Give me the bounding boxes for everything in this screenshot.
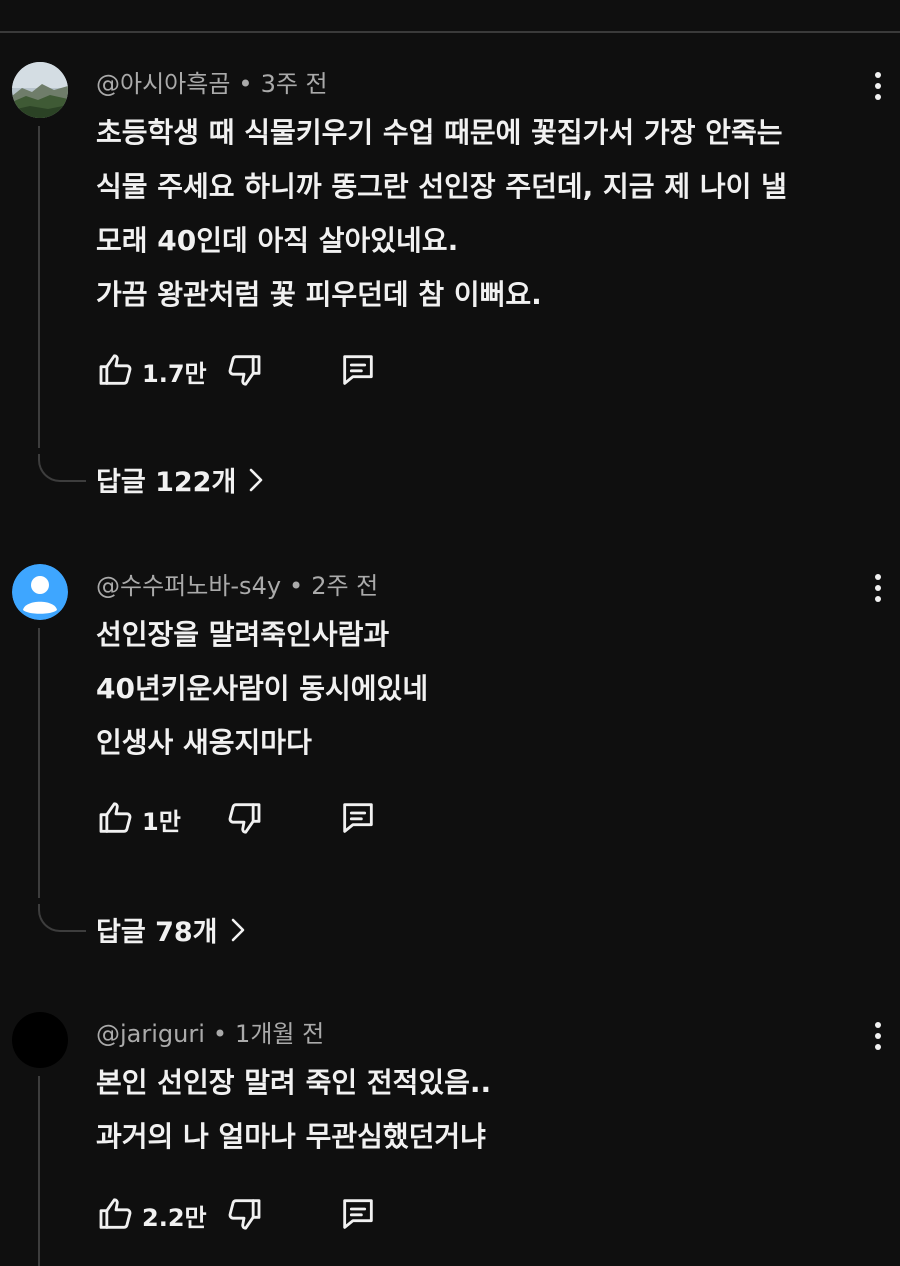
reply-icon[interactable]	[338, 1194, 378, 1234]
replies-button[interactable]: 답글 78개	[96, 910, 246, 949]
thumb-down-icon[interactable]	[224, 798, 264, 838]
comment-text-line: 모래 40인데 아직 살아있네요.	[96, 224, 459, 257]
thread-line	[38, 126, 40, 448]
meta-separator: •	[289, 572, 304, 600]
comment-time[interactable]: 1개월 전	[235, 1020, 324, 1048]
thumb-up-icon[interactable]	[96, 350, 136, 390]
comment-actions: 2.2만	[96, 1194, 496, 1234]
comment-text: 초등학생 때 식물키우기 수업 때문에 꽃집가서 가장 안죽는 식물 주세요 하…	[96, 106, 787, 322]
reply-icon[interactable]	[338, 350, 378, 390]
comment-text-line: 선인장을 말려죽인사람과	[96, 618, 390, 651]
thumb-up-icon[interactable]	[96, 1194, 136, 1234]
comment-time[interactable]: 3주 전	[261, 70, 328, 98]
thumb-down-icon[interactable]	[224, 350, 264, 390]
replies-label: 답글 122개	[96, 467, 237, 498]
like-count: 1.7만	[142, 360, 207, 388]
comment-text-line: 과거의 나 얼마나 무관심했던거냐	[96, 1120, 486, 1153]
like-count: 1만	[142, 808, 181, 836]
more-vert-icon[interactable]	[868, 574, 888, 610]
comment-time[interactable]: 2주 전	[311, 572, 378, 600]
comment-text: 선인장을 말려죽인사람과 40년키운사람이 동시에있네 인생사 새옹지마다	[96, 608, 428, 770]
comment-actions: 1만	[96, 798, 496, 838]
comment-meta: @수수퍼노바-s4y • 2주 전	[96, 566, 378, 601]
thread-connector	[38, 454, 86, 482]
replies-label: 답글 78개	[96, 917, 218, 948]
like-count: 2.2만	[142, 1204, 207, 1232]
chevron-right-icon	[218, 917, 246, 943]
comment-text-line: 초등학생 때 식물키우기 수업 때문에 꽃집가서 가장 안죽는	[96, 116, 783, 149]
comment-text-line: 가끔 왕관처럼 꽃 피우던데 참 이뻐요.	[96, 278, 542, 311]
comment-author[interactable]: @아시아흑곰	[96, 70, 230, 98]
replies-button[interactable]: 답글 122개	[96, 460, 264, 499]
thread-connector	[38, 904, 86, 932]
chevron-right-icon	[236, 467, 264, 493]
comment-meta: @jariguri • 1개월 전	[96, 1014, 324, 1049]
top-divider	[0, 31, 900, 33]
landscape-avatar-icon[interactable]	[12, 62, 68, 118]
comment-author[interactable]: @수수퍼노바-s4y	[96, 572, 281, 600]
comment-text-line: 인생사 새옹지마다	[96, 726, 312, 759]
reply-icon[interactable]	[338, 798, 378, 838]
comment-text: 본인 선인장 말려 죽인 전적있음.. 과거의 나 얼마나 무관심했던거냐	[96, 1056, 491, 1164]
comment-text-line: 본인 선인장 말려 죽인 전적있음..	[96, 1066, 492, 1099]
thread-line	[38, 628, 40, 898]
comment-actions: 1.7만	[96, 350, 496, 390]
more-vert-icon[interactable]	[868, 1022, 888, 1058]
comment-text-line: 식물 주세요 하니까 똥그란 선인장 주던데, 지금 제 나이 낼	[96, 170, 787, 203]
thumb-down-icon[interactable]	[224, 1194, 264, 1234]
black-avatar-icon[interactable]	[12, 1012, 68, 1068]
comment-meta: @아시아흑곰 • 3주 전	[96, 64, 328, 99]
comment-author[interactable]: @jariguri	[96, 1020, 205, 1048]
meta-separator: •	[212, 1020, 228, 1048]
comment-text-line: 40년키운사람이 동시에있네	[96, 672, 429, 705]
default-user-avatar-icon[interactable]	[12, 564, 68, 620]
meta-separator: •	[238, 70, 253, 98]
thumb-up-icon[interactable]	[96, 798, 136, 838]
thread-line	[38, 1076, 40, 1266]
more-vert-icon[interactable]	[868, 72, 888, 108]
